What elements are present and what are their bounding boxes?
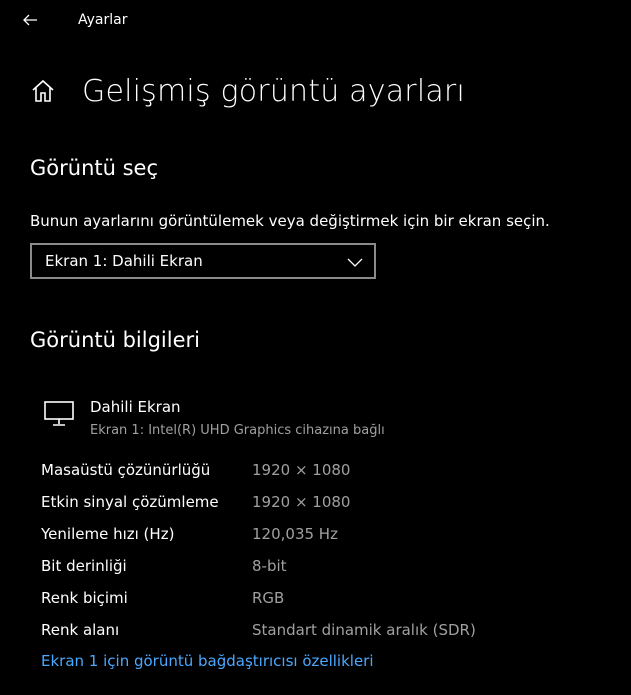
info-label-desktop-resolution: Masaüstü çözünürlüğü	[41, 461, 211, 479]
info-value-refresh-rate: 120,035 Hz	[252, 525, 338, 543]
back-arrow-icon	[23, 14, 37, 26]
info-label-active-signal: Etkin sinyal çözümleme	[41, 493, 219, 511]
display-summary: Dahili Ekran Ekran 1: Intel(R) UHD Graph…	[44, 397, 604, 443]
page-title: Gelişmiş görüntü ayarları	[82, 73, 466, 109]
display-info-heading: Görüntü bilgileri	[30, 328, 200, 352]
app-title: Ayarlar	[78, 12, 128, 28]
info-label-refresh-rate: Yenileme hızı (Hz)	[41, 525, 175, 543]
info-label-color-format: Renk biçimi	[41, 589, 128, 607]
page-header: Gelişmiş görüntü ayarları	[28, 66, 465, 116]
home-icon[interactable]	[28, 76, 58, 106]
select-display-heading: Görüntü seç	[30, 156, 158, 180]
display-name: Dahili Ekran	[90, 398, 181, 416]
info-value-color-format: RGB	[252, 589, 285, 607]
info-label-color-space: Renk alanı	[41, 621, 120, 639]
back-button[interactable]	[14, 4, 46, 36]
chevron-down-icon	[347, 258, 363, 267]
info-value-active-signal: 1920 × 1080	[252, 493, 351, 511]
info-label-bit-depth: Bit derinliği	[41, 557, 127, 575]
title-bar: Ayarlar	[0, 0, 631, 40]
info-value-desktop-resolution: 1920 × 1080	[252, 461, 351, 479]
display-adapter-properties-link[interactable]: Ekran 1 için görüntü bağdaştırıcısı özel…	[41, 652, 374, 670]
dropdown-selected-value: Ekran 1: Dahili Ekran	[45, 252, 203, 270]
monitor-icon	[44, 401, 74, 426]
select-display-description: Bunun ayarlarını görüntülemek veya değiş…	[30, 212, 550, 230]
display-select-dropdown[interactable]: Ekran 1: Dahili Ekran	[30, 243, 376, 279]
info-value-color-space: Standart dinamik aralık (SDR)	[252, 621, 476, 639]
display-connection: Ekran 1: Intel(R) UHD Graphics cihazına …	[90, 423, 385, 438]
info-value-bit-depth: 8-bit	[252, 557, 287, 575]
